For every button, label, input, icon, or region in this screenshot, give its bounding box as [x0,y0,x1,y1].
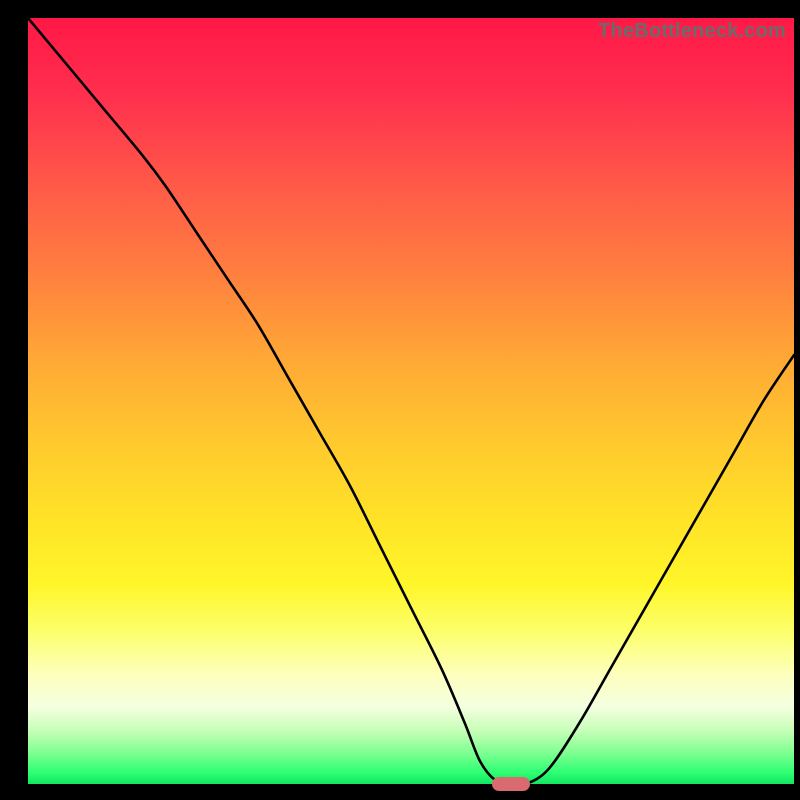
chart-frame: TheBottleneck.com [0,0,800,800]
bottleneck-curve [28,18,794,784]
plot-area: TheBottleneck.com [28,18,794,784]
optimal-point-marker [492,777,530,791]
